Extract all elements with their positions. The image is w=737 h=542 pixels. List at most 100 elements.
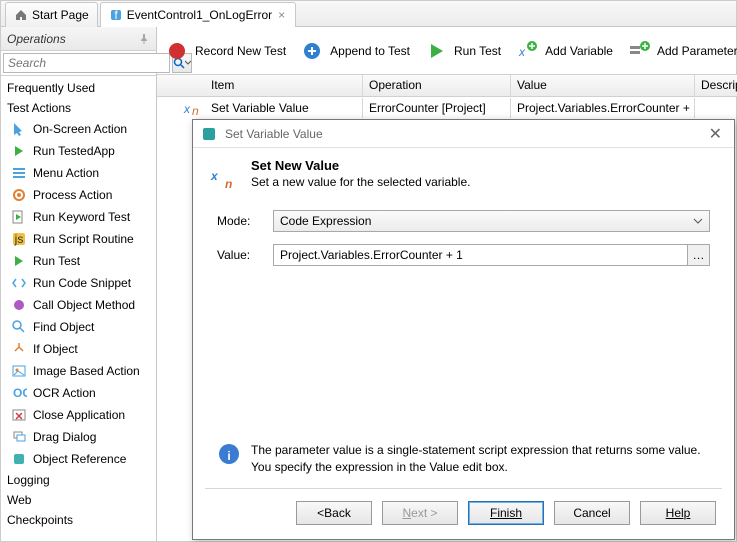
value-input[interactable] <box>273 244 688 266</box>
script-icon: js <box>11 231 27 247</box>
op-call-object-method[interactable]: Call Object Method <box>1 294 156 316</box>
tab-start-page[interactable]: Start Page <box>5 2 98 27</box>
play-icon <box>424 39 448 63</box>
dialog-caption: Set Variable Value <box>225 127 323 141</box>
set-variable-dialog: Set Variable Value ✕ xn Set New Value Se… <box>192 119 735 540</box>
ellipsis-icon: … <box>693 248 705 262</box>
editor-toolbar: Record New Test Append to Test Run Test … <box>157 27 737 75</box>
search-obj-icon <box>11 319 27 335</box>
add-variable-button[interactable]: xAdd Variable <box>515 39 613 63</box>
method-icon <box>11 297 27 313</box>
op-ocr-action[interactable]: OCROCR Action <box>1 382 156 404</box>
svg-text:x: x <box>183 102 191 116</box>
category-logging[interactable]: Logging <box>1 470 156 490</box>
search-input[interactable] <box>3 53 170 73</box>
back-button[interactable]: < Back <box>296 501 372 525</box>
finish-button[interactable]: Finish <box>468 501 544 525</box>
record-new-test-button[interactable]: Record New Test <box>165 39 286 63</box>
parameter-icon <box>627 39 651 63</box>
close-icon[interactable]: × <box>276 8 287 22</box>
col-value[interactable]: Value <box>511 75 695 96</box>
dialog-header: xn Set New Value Set a new value for the… <box>193 148 734 204</box>
op-run-testedapp[interactable]: Run TestedApp <box>1 140 156 162</box>
dialog-buttons: < Back Next > Finish Cancel Help <box>193 489 734 539</box>
op-if-object[interactable]: If Object <box>1 338 156 360</box>
play-icon <box>11 143 27 159</box>
op-object-reference[interactable]: Object Reference <box>1 448 156 470</box>
close-icon[interactable]: ✕ <box>705 124 726 144</box>
mode-label: Mode: <box>217 214 265 228</box>
grid-row[interactable]: xn Set Variable Value ErrorCounter [Proj… <box>157 97 737 119</box>
col-operation[interactable]: Operation <box>363 75 511 96</box>
category-frequently-used[interactable]: Frequently Used <box>1 78 156 98</box>
tab-label: EventControl1_OnLogError <box>127 8 272 22</box>
ref-icon <box>11 451 27 467</box>
info-icon: i <box>217 442 241 466</box>
op-run-keyword-test[interactable]: Run Keyword Test <box>1 206 156 228</box>
variable-icon: x <box>515 39 539 63</box>
record-icon <box>165 39 189 63</box>
add-parameter-button[interactable]: Add Parameter <box>627 39 737 63</box>
operation-tree: Frequently Used Test Actions On-Screen A… <box>1 76 156 541</box>
test-file-icon: f <box>109 8 123 22</box>
op-run-test[interactable]: Run Test <box>1 250 156 272</box>
op-image-based-action[interactable]: Image Based Action <box>1 360 156 382</box>
run-test-button[interactable]: Run Test <box>424 39 501 63</box>
tab-label: Start Page <box>32 8 89 22</box>
close-app-icon <box>11 407 27 423</box>
dialog-heading: Set New Value <box>251 158 470 173</box>
chevron-down-icon <box>693 216 703 226</box>
append-to-test-button[interactable]: Append to Test <box>300 39 410 63</box>
cancel-button[interactable]: Cancel <box>554 501 630 525</box>
cursor-icon <box>11 121 27 137</box>
image-icon <box>11 363 27 379</box>
svg-text:i: i <box>227 449 230 463</box>
help-button[interactable]: Help <box>640 501 716 525</box>
app-icon <box>201 126 217 142</box>
browse-button[interactable]: … <box>688 244 710 266</box>
append-icon <box>300 39 324 63</box>
col-description[interactable]: Description <box>695 75 737 96</box>
cell-description <box>695 105 737 111</box>
next-button[interactable]: Next > <box>382 501 458 525</box>
operations-panel: Operations Frequently Used Test Actions … <box>1 27 157 541</box>
value-label: Value: <box>217 248 265 262</box>
op-drag-dialog[interactable]: Drag Dialog <box>1 426 156 448</box>
svg-text:OCR: OCR <box>13 386 27 400</box>
play-doc-icon <box>11 209 27 225</box>
document-tabs: Start Page f EventControl1_OnLogError × <box>1 1 736 27</box>
tab-event-control[interactable]: f EventControl1_OnLogError × <box>100 2 296 27</box>
mode-value: Code Expression <box>280 214 371 228</box>
op-find-object[interactable]: Find Object <box>1 316 156 338</box>
row-icon-cell: xn <box>157 100 205 116</box>
mode-select[interactable]: Code Expression <box>273 210 710 232</box>
op-close-application[interactable]: Close Application <box>1 404 156 426</box>
op-onscreen-action[interactable]: On-Screen Action <box>1 118 156 140</box>
gear-icon <box>11 187 27 203</box>
panel-header: Operations <box>1 27 156 51</box>
variable-icon: xn <box>209 158 241 190</box>
svg-text:x: x <box>518 45 526 59</box>
branch-icon <box>11 341 27 357</box>
svg-text:n: n <box>192 104 199 116</box>
category-checkpoints[interactable]: Checkpoints <box>1 510 156 530</box>
cell-item: Set Variable Value <box>205 98 363 118</box>
panel-title: Operations <box>7 32 66 46</box>
op-process-action[interactable]: Process Action <box>1 184 156 206</box>
home-icon <box>14 8 28 22</box>
category-web[interactable]: Web <box>1 490 156 510</box>
dialog-titlebar[interactable]: Set Variable Value ✕ <box>193 120 734 148</box>
op-menu-action[interactable]: Menu Action <box>1 162 156 184</box>
dialog-subheading: Set a new value for the selected variabl… <box>251 175 470 189</box>
op-run-script-routine[interactable]: jsRun Script Routine <box>1 228 156 250</box>
pin-icon[interactable] <box>138 33 150 45</box>
menu-icon <box>11 165 27 181</box>
cell-operation: ErrorCounter [Project] <box>363 98 511 118</box>
variable-icon: xn <box>183 100 201 116</box>
category-test-actions[interactable]: Test Actions <box>1 98 156 118</box>
col-item[interactable]: Item <box>205 75 363 96</box>
op-run-code-snippet[interactable]: Run Code Snippet <box>1 272 156 294</box>
svg-text:js: js <box>14 232 24 246</box>
dialog-info: i The parameter value is a single-statem… <box>193 432 734 482</box>
grid-header: Item Operation Value Description Auto-w <box>157 75 737 97</box>
